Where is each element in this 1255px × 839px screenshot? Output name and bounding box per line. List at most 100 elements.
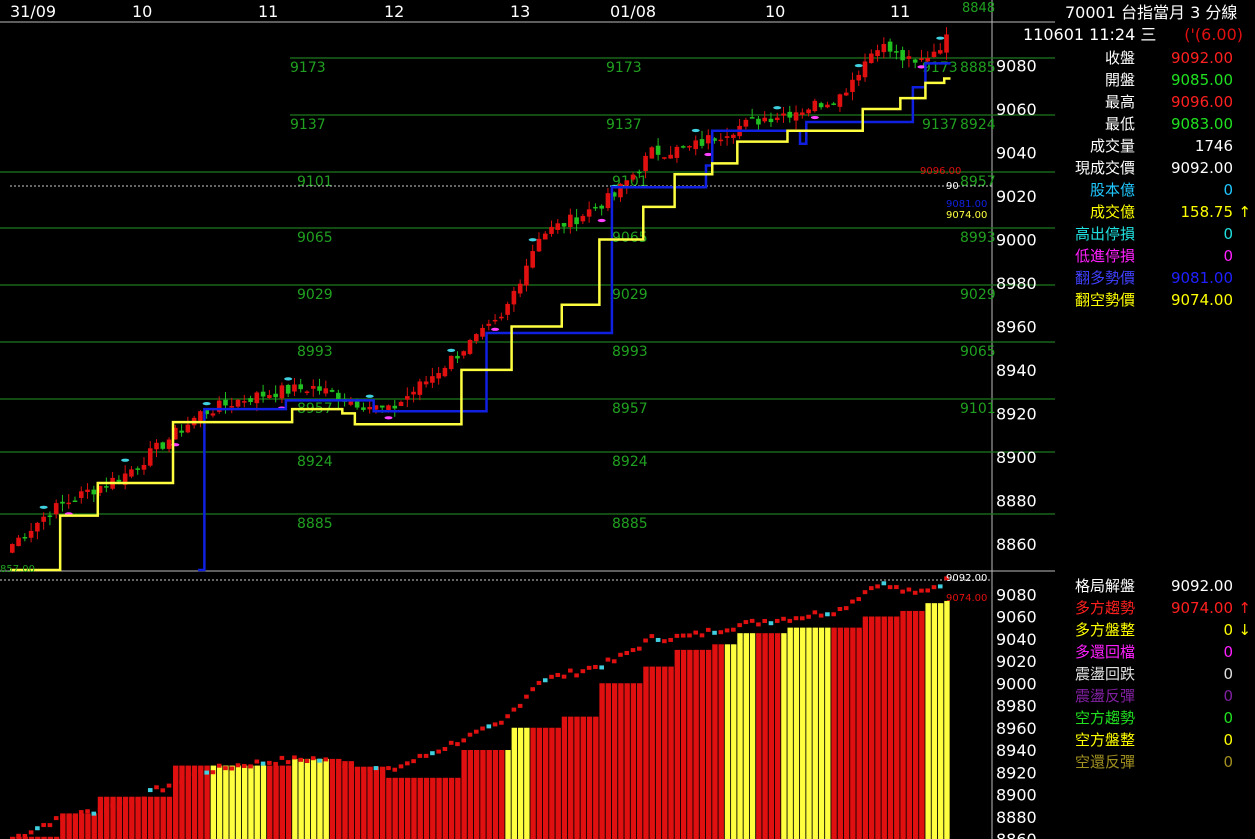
stat-label: 低進停損 (1074, 247, 1135, 265)
y-tick-label: 8940 (996, 361, 1037, 380)
level-right-label: 8924 (960, 117, 996, 133)
stat-value: 0 (1223, 181, 1233, 199)
trend-bar (398, 777, 405, 839)
candle-body (781, 113, 786, 116)
candle-body (699, 139, 705, 146)
stat-value: 9096.00 (1170, 93, 1233, 111)
trend-bar (336, 758, 342, 839)
stat-value: 9074.00 (1170, 291, 1233, 309)
close-mini-candle (574, 673, 579, 678)
close-mini-candle (724, 628, 730, 633)
candle-body (279, 385, 285, 399)
candle-body (825, 104, 830, 108)
close-mini-candle (731, 627, 736, 632)
candle-body (317, 386, 322, 391)
close-mini-candle (285, 760, 291, 765)
x-tick-label: 10 (765, 2, 785, 21)
trend-bar (480, 750, 486, 839)
top-axis-extra-label: 8848 (962, 1, 995, 16)
close-mini-candle (643, 638, 648, 643)
close-mini-candle (937, 584, 943, 589)
level-right-label: 8993 (960, 230, 996, 246)
close-mini-candle (223, 766, 228, 771)
candle-body (47, 515, 53, 517)
close-mini-candle (699, 633, 705, 638)
candle-body (66, 502, 72, 505)
trend-bar (229, 765, 235, 839)
candle-body (28, 530, 34, 538)
level-label: 8924 (612, 454, 648, 470)
close-mini-candle (593, 664, 598, 669)
trend-bar (417, 777, 423, 839)
candle-body (887, 41, 893, 52)
trend-bar (793, 627, 800, 839)
close-mini-candle (825, 612, 830, 617)
stat-row: 最高 9096.00 (1055, 91, 1255, 113)
candle-body (367, 406, 372, 410)
close-mini-candle (41, 823, 46, 828)
candle-body (285, 384, 291, 394)
close-mini-candle (549, 674, 554, 679)
trend-bar (542, 727, 549, 839)
stat-row-bottom: 格局解盤 9092.00 (1055, 575, 1255, 597)
x-tick-label: 31/09 (10, 2, 56, 21)
stat-row-bottom: 震盪回跌 0 (1055, 663, 1255, 685)
trend-bar (467, 750, 474, 839)
high-marker (691, 128, 700, 133)
candle-body (630, 174, 636, 180)
trend-bar (104, 796, 110, 839)
level-label: 9029 (297, 287, 333, 303)
trend-bar (774, 633, 781, 839)
trend-bar (292, 758, 298, 839)
level-label: 8993 (297, 344, 333, 360)
candle-body (749, 117, 755, 119)
trend-bar (191, 765, 198, 839)
close-mini-candle (511, 707, 517, 712)
trend-arrow-icon: ↓ (1238, 621, 1251, 639)
candle-body (292, 384, 297, 392)
price-tag-high: 9096.00 (920, 166, 961, 177)
datetime-label: 110601 11:24 三 (1023, 25, 1157, 44)
y-tick-label-bottom: 9020 (996, 652, 1037, 671)
close-mini-candle (925, 588, 931, 593)
close-mini-candle (843, 606, 849, 611)
y-tick-label-bottom: 9000 (996, 674, 1037, 693)
stat-row-bottom: 多還回檔 0 (1055, 641, 1255, 663)
price-tag-left: 857.00 (0, 564, 35, 575)
close-mini-candle (480, 726, 485, 731)
candle-body (411, 391, 416, 395)
candle-body (260, 391, 266, 397)
close-mini-candle (85, 809, 90, 814)
x-tick-label: 13 (510, 2, 530, 21)
price-chart: 31/09 10 11 12 13 01/08 10 11 88489173 9173 9173 88… (0, 0, 1055, 839)
candle-body (354, 401, 360, 408)
y-tick-label-bottom: 8900 (996, 786, 1037, 805)
close-mini-candle (154, 785, 159, 790)
stat-value: 0 (1223, 731, 1233, 749)
candle-body (843, 92, 849, 96)
trend-bar (737, 633, 743, 839)
candle-body (417, 381, 423, 395)
trend-bar (680, 649, 687, 839)
close-mini-candle (768, 621, 774, 626)
candle-body (818, 103, 824, 108)
stat-value: 9092.00 (1170, 49, 1233, 67)
close-mini-candle (436, 749, 441, 754)
stat-value: 0 (1223, 621, 1233, 639)
candle-body (894, 51, 899, 53)
y-tick-label: 8900 (996, 448, 1037, 467)
trend-bar (687, 649, 693, 839)
close-mini-candle (198, 769, 203, 774)
candle-body (310, 385, 316, 389)
close-mini-candle (743, 620, 749, 625)
close-mini-candle (900, 589, 905, 594)
close-mini-candle (486, 724, 492, 729)
trend-bar (900, 610, 906, 839)
trend-bar (97, 796, 104, 839)
stat-value: 1746 (1194, 137, 1233, 155)
close-mini-candle (104, 807, 109, 812)
trend-bar (605, 683, 612, 839)
level-label: 9029 (612, 287, 648, 303)
y-tick-label: 8980 (996, 274, 1037, 293)
stat-label: 震盪回跌 (1074, 665, 1135, 683)
